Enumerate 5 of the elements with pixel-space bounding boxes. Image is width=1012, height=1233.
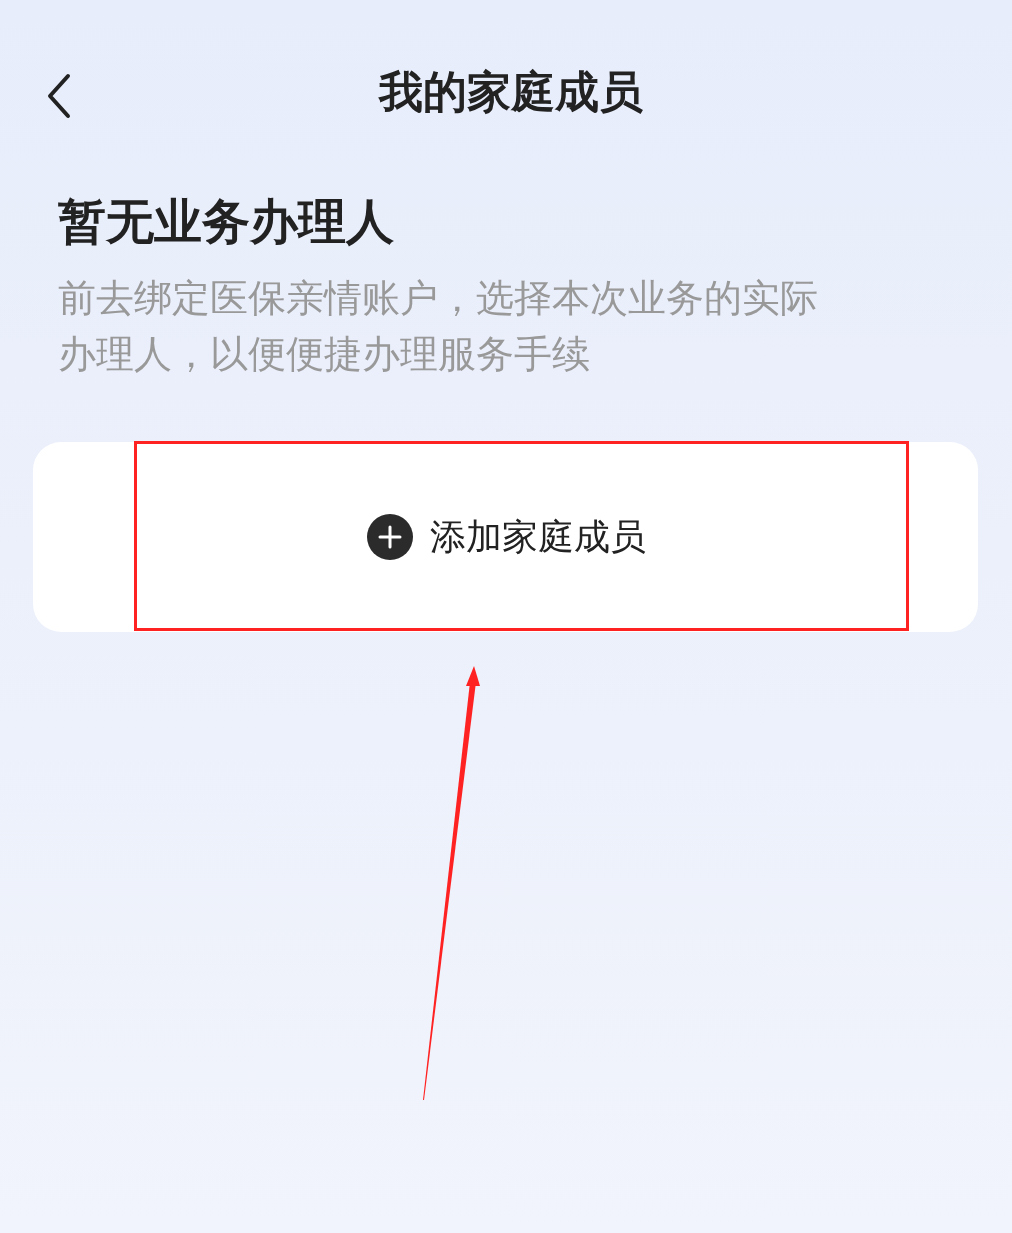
empty-state-title: 暂无业务办理人 — [58, 192, 395, 251]
add-member-button[interactable]: 添加家庭成员 — [33, 442, 978, 632]
empty-state-description: 前去绑定医保亲情账户，选择本次业务的实际办理人，以便便捷办理服务手续 — [58, 275, 819, 378]
plus-icon — [365, 513, 414, 561]
page-title: 我的家庭成员 — [379, 66, 643, 117]
